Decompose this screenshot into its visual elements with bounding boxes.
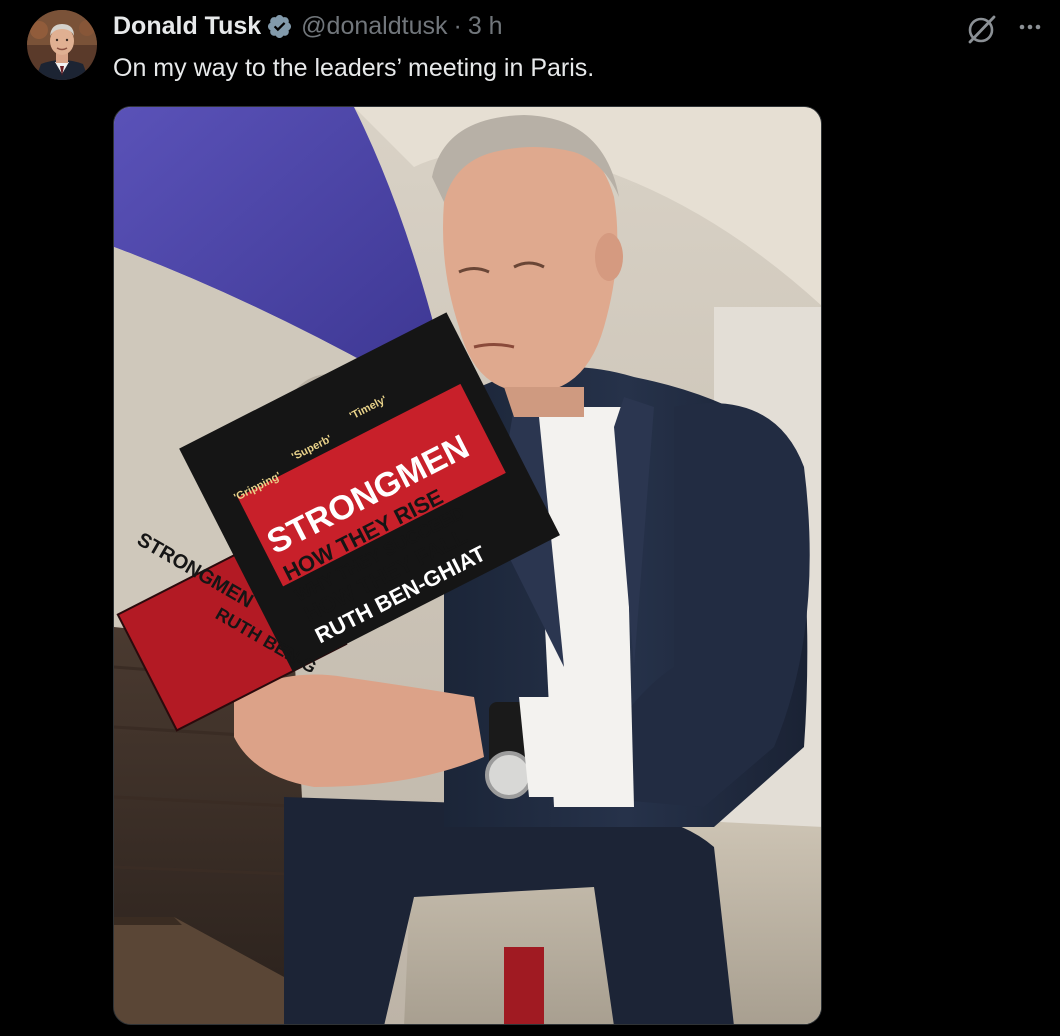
timestamp[interactable]: 3 h bbox=[468, 12, 503, 41]
more-options-icon[interactable] bbox=[1015, 12, 1045, 42]
grok-icon[interactable] bbox=[965, 13, 999, 45]
avatar[interactable] bbox=[27, 10, 97, 80]
avatar-image bbox=[27, 10, 97, 80]
display-name[interactable]: Donald Tusk bbox=[113, 12, 261, 41]
tweet-text: On my way to the leaders’ meeting in Par… bbox=[113, 54, 595, 82]
tweet-header: Donald Tusk @donaldtusk · 3 h bbox=[113, 10, 503, 42]
handle[interactable]: @donaldtusk bbox=[301, 12, 447, 41]
photo-illustration: STRONGMEN HOW THEY RISE WHY THEY SUCCEED… bbox=[114, 107, 821, 1024]
tweet-media-photo[interactable]: STRONGMEN HOW THEY RISE WHY THEY SUCCEED… bbox=[113, 106, 822, 1025]
verified-badge-icon[interactable] bbox=[266, 13, 293, 40]
separator-dot: · bbox=[453, 11, 462, 40]
tweet-card: Donald Tusk @donaldtusk · 3 h On my way … bbox=[0, 0, 1060, 1036]
